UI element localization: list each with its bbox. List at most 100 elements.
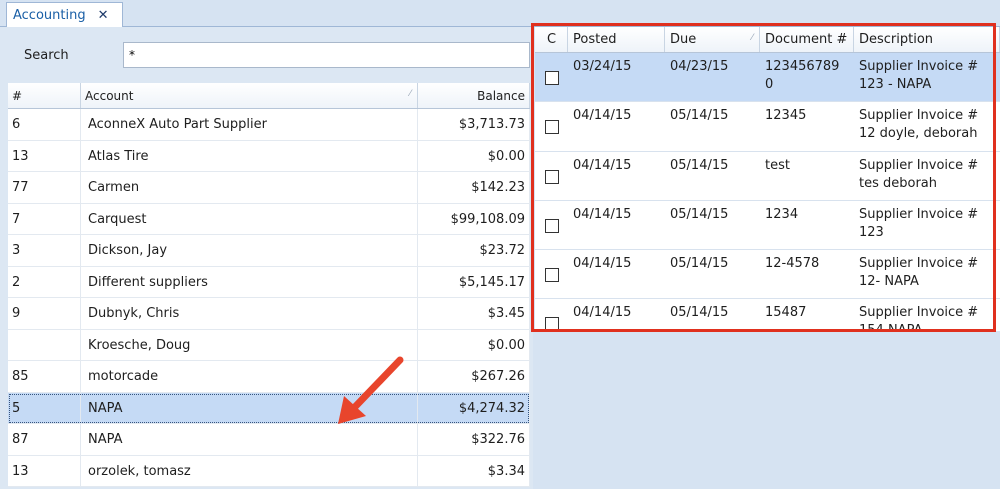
cell-balance: $3,713.73 bbox=[418, 109, 530, 140]
cell-description: Supplier Invoice # 123 bbox=[859, 206, 979, 240]
col-header-account-label: Account bbox=[85, 89, 134, 103]
table-row[interactable]: 2 Different suppliers $5,145.17 bbox=[8, 266, 530, 298]
cell-account: Atlas Tire bbox=[81, 140, 418, 171]
cell-num: 85 bbox=[8, 361, 81, 392]
table-row[interactable]: 04/14/15 05/14/15 15487 Supplier Invoice # … bbox=[535, 299, 1000, 331]
cell-description: Supplier Invoice # 123 - NAPA bbox=[859, 59, 979, 92]
cell-posted: 04/14/15 bbox=[573, 206, 632, 222]
cell-balance: $267.26 bbox=[418, 361, 530, 392]
cell-posted: 04/14/15 bbox=[573, 256, 632, 272]
cell-due: 05/14/15 bbox=[670, 206, 729, 222]
table-row[interactable]: 13 Atlas Tire $0.00 bbox=[8, 140, 530, 172]
cell-balance: $0.00 bbox=[418, 329, 530, 360]
col-header-posted[interactable]: Posted bbox=[568, 27, 665, 52]
cell-num: 9 bbox=[8, 298, 81, 329]
cell-checkbox bbox=[535, 201, 568, 249]
table-row[interactable]: 04/14/15 05/14/15 12-4578 Supplier Invoice … bbox=[535, 250, 1000, 300]
sort-icon: ⁄ bbox=[409, 89, 411, 99]
row-checkbox[interactable] bbox=[545, 120, 559, 135]
col-header-number[interactable]: # bbox=[8, 83, 81, 108]
table-row[interactable]: 5 NAPA $4,274.32 bbox=[8, 392, 530, 424]
cell-document: 15487 bbox=[765, 305, 807, 321]
accounts-pane: Search # Account ⁄ Balance 6AconneX Auto… bbox=[0, 27, 533, 489]
cell-description: Supplier Invoice # 12 doyle, deborah bbox=[859, 108, 979, 142]
pointer-arrow-icon bbox=[338, 356, 404, 424]
cell-posted: 04/14/15 bbox=[573, 108, 632, 124]
cell-balance: $4,274.32 bbox=[418, 392, 530, 423]
cell-balance: $3.45 bbox=[418, 298, 530, 329]
cell-checkbox bbox=[535, 299, 568, 331]
row-checkbox[interactable] bbox=[545, 268, 559, 283]
table-row[interactable]: 85 motorcade $267.26 bbox=[8, 361, 530, 393]
table-row[interactable]: 13 orzolek, tomasz $3.34 bbox=[8, 455, 530, 487]
cell-balance: $3.34 bbox=[418, 455, 530, 486]
col-header-due-label: Due bbox=[670, 32, 697, 47]
tab-strip: Accounting ✕ bbox=[0, 0, 1000, 27]
search-label: Search bbox=[24, 48, 69, 63]
cell-num: 7 bbox=[8, 203, 81, 234]
cell-document: 1234 bbox=[765, 206, 799, 222]
cell-num: 13 bbox=[8, 455, 81, 486]
cell-num bbox=[8, 329, 81, 360]
table-row[interactable]: 6 AconneX Auto Part Supplier $3,713.73 bbox=[8, 109, 530, 141]
table-row[interactable]: 77 Carmen $142.23 bbox=[8, 172, 530, 204]
col-header-document[interactable]: Document # bbox=[760, 27, 854, 52]
table-row[interactable]: 04/14/15 05/14/15 test Supplier Invoice # t… bbox=[535, 151, 1000, 201]
cell-description: Supplier Invoice # 154 NAPA bbox=[859, 305, 979, 331]
tab-accounting[interactable]: Accounting ✕ bbox=[6, 2, 123, 27]
cell-balance: $322.76 bbox=[418, 424, 530, 455]
cell-document: 12-4578 bbox=[765, 256, 820, 272]
documents-header: C Posted Due ⁄ Document # Description bbox=[535, 27, 1000, 53]
close-icon[interactable]: ✕ bbox=[98, 8, 109, 23]
cell-checkbox bbox=[535, 250, 568, 298]
cell-description: Supplier Invoice # tes deborah bbox=[859, 157, 979, 191]
table-row[interactable]: 04/14/15 05/14/15 1234 Supplier Invoice # 1… bbox=[535, 200, 1000, 251]
cell-document: test bbox=[765, 157, 790, 173]
col-header-balance[interactable]: Balance bbox=[418, 83, 530, 108]
accounts-header: # Account ⁄ Balance bbox=[8, 83, 530, 109]
table-row[interactable]: 9 Dubnyk, Chris $3.45 bbox=[8, 298, 530, 330]
cell-balance: $0.00 bbox=[418, 140, 530, 171]
cell-posted: 04/14/15 bbox=[573, 157, 632, 173]
sort-icon: ⁄ bbox=[751, 33, 753, 43]
cell-account: Dubnyk, Chris bbox=[81, 298, 418, 329]
table-row[interactable]: 7 Carquest $99,108.09 bbox=[8, 203, 530, 235]
cell-balance: $99,108.09 bbox=[418, 203, 530, 234]
table-row[interactable]: 03/24/15 04/23/15 1234567890 Supplier Invoi… bbox=[535, 53, 1000, 103]
cell-due: 05/14/15 bbox=[670, 256, 729, 272]
cell-num: 5 bbox=[8, 392, 81, 423]
cell-due: 05/14/15 bbox=[670, 157, 729, 173]
cell-num: 77 bbox=[8, 172, 81, 203]
cell-num: 3 bbox=[8, 235, 81, 266]
cell-balance: $5,145.17 bbox=[418, 266, 530, 297]
cell-account: Carmen bbox=[81, 172, 418, 203]
col-header-account[interactable]: Account ⁄ bbox=[81, 83, 418, 108]
col-header-due[interactable]: Due ⁄ bbox=[665, 27, 760, 52]
search-input[interactable] bbox=[123, 42, 530, 68]
row-checkbox[interactable] bbox=[545, 218, 559, 233]
cell-num: 6 bbox=[8, 109, 81, 140]
cell-posted: 04/14/15 bbox=[573, 305, 632, 321]
table-row[interactable]: 04/14/15 05/14/15 12345 Supplier Invoice # … bbox=[535, 102, 1000, 152]
cell-balance: $142.23 bbox=[418, 172, 530, 203]
cell-num: 2 bbox=[8, 266, 81, 297]
cell-checkbox bbox=[535, 152, 568, 200]
tab-label: Accounting bbox=[13, 7, 86, 23]
cell-checkbox bbox=[535, 102, 568, 150]
cell-document: 12345 bbox=[765, 108, 807, 124]
cell-balance: $23.72 bbox=[418, 235, 530, 266]
row-checkbox[interactable] bbox=[545, 317, 559, 331]
accounts-grid: # Account ⁄ Balance 6 AconneX Auto Part S… bbox=[8, 83, 530, 487]
table-row[interactable]: 3 Dickson, Jay $23.72 bbox=[8, 235, 530, 267]
row-checkbox[interactable] bbox=[545, 71, 559, 85]
table-row[interactable]: Kroesche, Doug $0.00 bbox=[8, 329, 530, 361]
row-checkbox[interactable] bbox=[545, 169, 559, 184]
col-header-c[interactable]: C bbox=[535, 27, 568, 52]
cell-account: Different suppliers bbox=[81, 266, 418, 297]
cell-due: 04/23/15 bbox=[670, 59, 729, 74]
table-row[interactable]: 87 NAPA $322.76 bbox=[8, 424, 530, 456]
cell-num: 87 bbox=[8, 424, 81, 455]
cell-num: 13 bbox=[8, 140, 81, 171]
col-header-description[interactable]: Description bbox=[854, 27, 1000, 52]
documents-body: 03/24/15 04/23/15 1234567890 Supplier Invoi… bbox=[535, 53, 1000, 331]
